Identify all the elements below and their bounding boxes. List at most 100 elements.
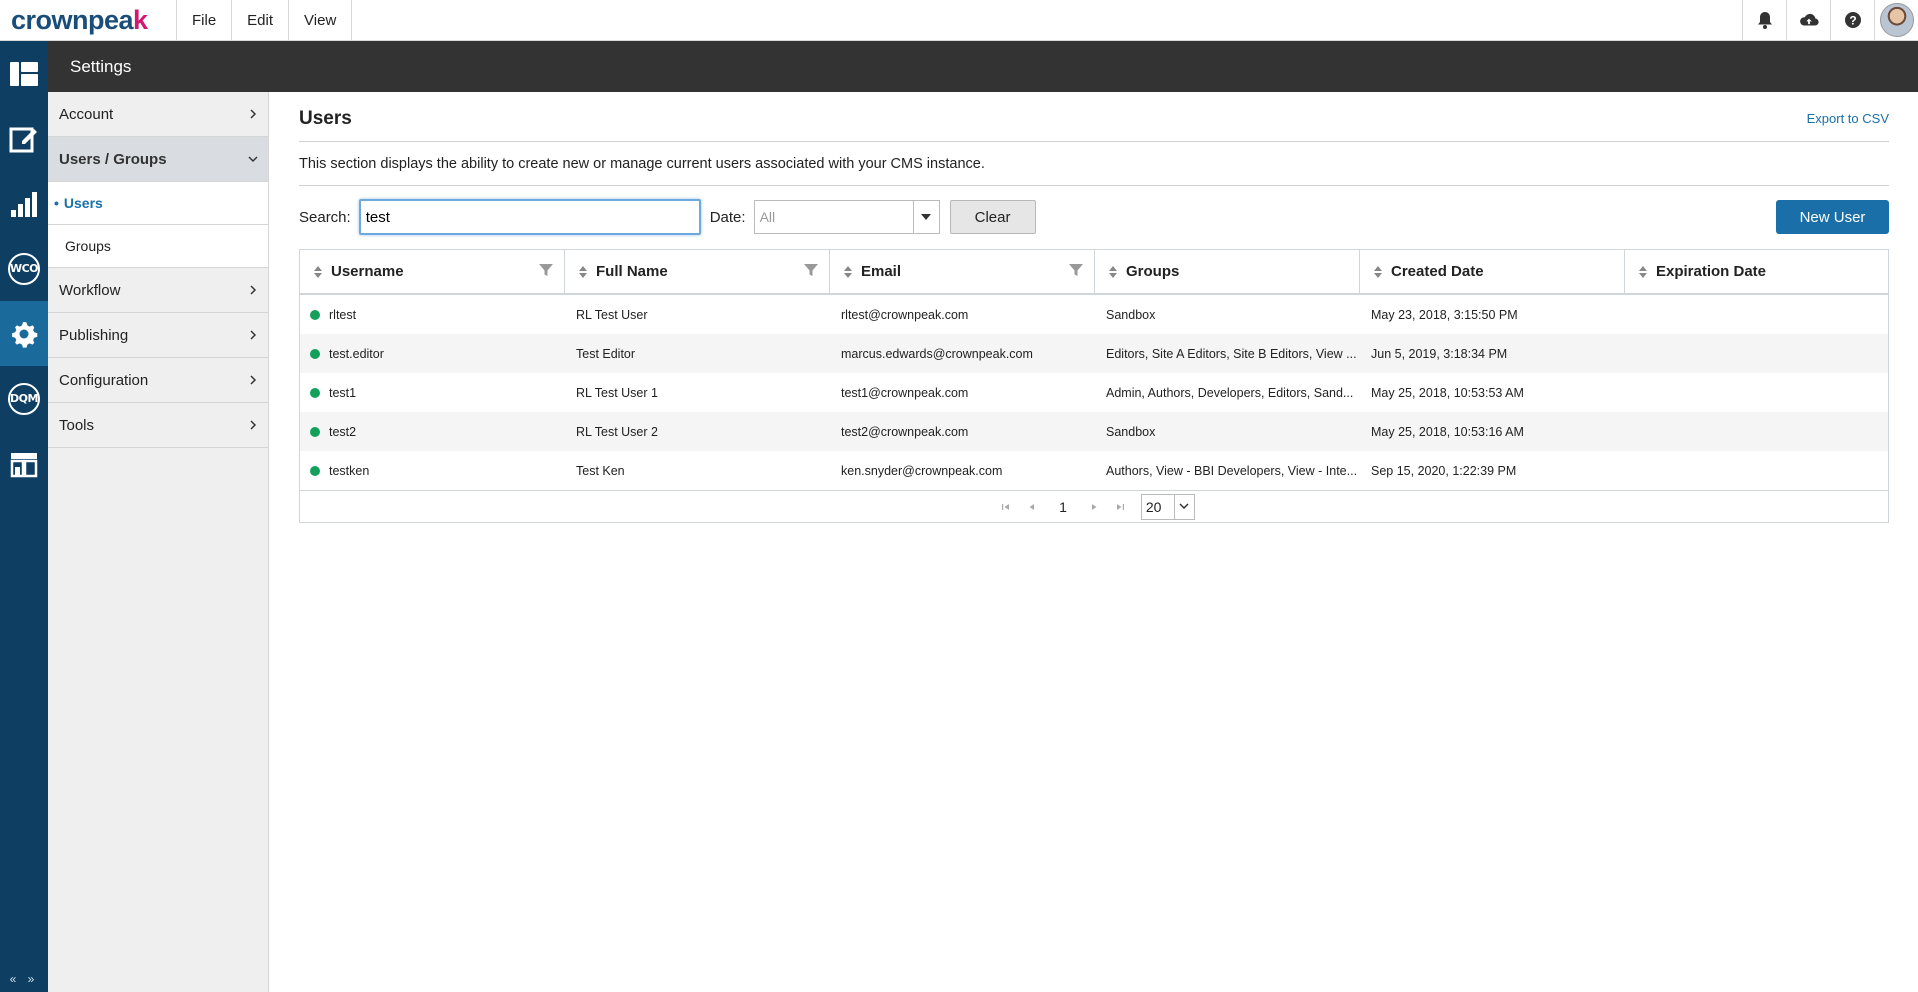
dqm-icon: DQM <box>8 382 40 415</box>
gear-icon <box>12 321 38 348</box>
status-active-icon <box>310 348 320 359</box>
nav-publishing[interactable]: Publishing <box>48 313 268 358</box>
page-description: This section displays the ability to cre… <box>299 142 1889 186</box>
rail-wco[interactable]: WCO <box>0 236 48 301</box>
crownpeak-logo[interactable]: crownpea k <box>0 0 177 40</box>
sort-icon[interactable] <box>1639 265 1647 278</box>
date-label: Date: <box>709 208 746 226</box>
sort-icon[interactable] <box>844 265 852 278</box>
chevron-right-icon <box>250 285 257 295</box>
full-name-cell: Test Editor <box>576 346 636 361</box>
clear-button[interactable]: Clear <box>949 200 1036 234</box>
groups-cell: Authors, View - BBI Developers, View - I… <box>1106 463 1358 478</box>
column-header[interactable]: Full Name <box>565 250 830 293</box>
new-user-button[interactable]: New User <box>1776 200 1889 234</box>
page-size-select[interactable]: 20 <box>1140 493 1195 520</box>
nav-account[interactable]: Account <box>48 92 268 137</box>
table-row[interactable]: test1 RL Test User 1 test1@crownpeak.com Ad… <box>300 373 1888 412</box>
email-cell: rltest@crownpeak.com <box>841 307 969 322</box>
column-header[interactable]: Created Date <box>1360 250 1625 293</box>
wco-icon: WCO <box>8 252 40 285</box>
sort-icon[interactable] <box>314 265 322 278</box>
full-name-cell: RL Test User <box>576 307 648 322</box>
sort-icon[interactable] <box>1109 265 1117 278</box>
sort-icon[interactable] <box>579 265 587 278</box>
rail-analytics[interactable] <box>0 171 48 236</box>
svg-text:?: ? <box>1849 14 1856 28</box>
settings-nav: Account Users / Groups • Users Groups Wor… <box>48 92 269 992</box>
filter-icon[interactable] <box>539 263 553 277</box>
chevron-right-icon <box>250 375 257 385</box>
groups-cell: Sandbox <box>1106 424 1156 439</box>
chevron-right-icon <box>250 109 257 119</box>
column-header[interactable]: Username <box>300 250 565 293</box>
created-cell: May 25, 2018, 10:53:16 AM <box>1371 424 1524 439</box>
export-csv-link[interactable]: Export to CSV <box>1807 111 1889 126</box>
table-row[interactable]: testken Test Ken ken.snyder@crownpeak.com A… <box>300 451 1888 490</box>
full-name-cell: Test Ken <box>576 463 625 478</box>
app-rail: WCO DQM « » <box>0 41 48 992</box>
rail-edit[interactable] <box>0 106 48 171</box>
username-cell: test.editor <box>300 347 565 361</box>
date-select[interactable]: All <box>753 200 940 234</box>
column-header[interactable]: Expiration Date <box>1625 250 1888 293</box>
username-cell: testken <box>300 464 565 478</box>
sort-icon[interactable] <box>1374 265 1382 278</box>
email-cell: marcus.edwards@crownpeak.com <box>841 346 1033 361</box>
current-page[interactable]: 1 <box>1059 499 1067 515</box>
top-bar: crownpea k File Edit View ? <box>0 0 1918 41</box>
search-input[interactable] <box>358 199 701 235</box>
menu-edit[interactable]: Edit <box>232 0 290 40</box>
username: test2 <box>329 424 357 439</box>
column-header[interactable]: Groups <box>1095 250 1360 293</box>
groups-cell: Admin, Authors, Developers, Editors, San… <box>1106 385 1354 400</box>
prev-page-icon[interactable] <box>1027 502 1037 512</box>
full-name-cell: RL Test User 1 <box>576 385 658 400</box>
bell-icon[interactable] <box>1742 0 1786 40</box>
filter-icon[interactable] <box>804 263 818 277</box>
nav-configuration[interactable]: Configuration <box>48 358 268 403</box>
column-header[interactable]: Email <box>830 250 1095 293</box>
email-cell: test1@crownpeak.com <box>841 385 969 400</box>
menu-file[interactable]: File <box>177 0 233 40</box>
rail-dqm[interactable]: DQM <box>0 366 48 431</box>
username: testken <box>329 463 370 478</box>
menu-view[interactable]: View <box>289 0 353 40</box>
nav-groups[interactable]: Groups <box>48 225 268 268</box>
chevron-right-icon <box>250 420 257 430</box>
help-icon[interactable]: ? <box>1830 0 1874 40</box>
nav-tools[interactable]: Tools <box>48 403 268 448</box>
last-page-icon[interactable] <box>1115 502 1125 512</box>
nav-users-groups[interactable]: Users / Groups <box>48 137 268 182</box>
nav-workflow[interactable]: Workflow <box>48 268 268 313</box>
bar-chart-icon <box>11 191 37 217</box>
caret-down-icon <box>912 201 939 233</box>
nav-users[interactable]: • Users <box>48 182 268 225</box>
filter-icon[interactable] <box>1069 263 1083 277</box>
groups-cell: Sandbox <box>1106 307 1156 322</box>
users-table: Username Full Name Email Groups Created Date… <box>299 249 1889 523</box>
pagination: 1 20 <box>300 490 1888 522</box>
users-panel: Users Export to CSV This section display… <box>299 92 1889 523</box>
chevron-right-icon <box>250 330 257 340</box>
table-row[interactable]: rltest RL Test User rltest@crownpeak.com Sa… <box>300 295 1888 334</box>
table-row[interactable]: test2 RL Test User 2 test2@crownpeak.com Sa… <box>300 412 1888 451</box>
email-cell: test2@crownpeak.com <box>841 424 969 439</box>
table-row[interactable]: test.editor Test Editor marcus.edwards@cro… <box>300 334 1888 373</box>
page-title: Users <box>299 107 352 129</box>
next-page-icon[interactable] <box>1089 502 1099 512</box>
rail-settings[interactable] <box>0 301 48 366</box>
full-name-cell: RL Test User 2 <box>576 424 658 439</box>
rail-collapse-toggle[interactable]: « » <box>0 972 48 986</box>
user-avatar-button[interactable] <box>1874 0 1918 40</box>
dashboard-icon <box>10 61 38 86</box>
settings-title: Settings <box>70 56 132 76</box>
rail-dashboard[interactable] <box>0 41 48 106</box>
status-active-icon <box>310 309 320 320</box>
cloud-upload-icon[interactable] <box>1786 0 1830 40</box>
table-body: rltest RL Test User rltest@crownpeak.com Sa… <box>300 295 1888 490</box>
rail-store[interactable] <box>0 431 48 496</box>
chevron-down-icon <box>1173 494 1194 519</box>
first-page-icon[interactable] <box>1001 502 1011 512</box>
edit-icon <box>9 127 37 152</box>
